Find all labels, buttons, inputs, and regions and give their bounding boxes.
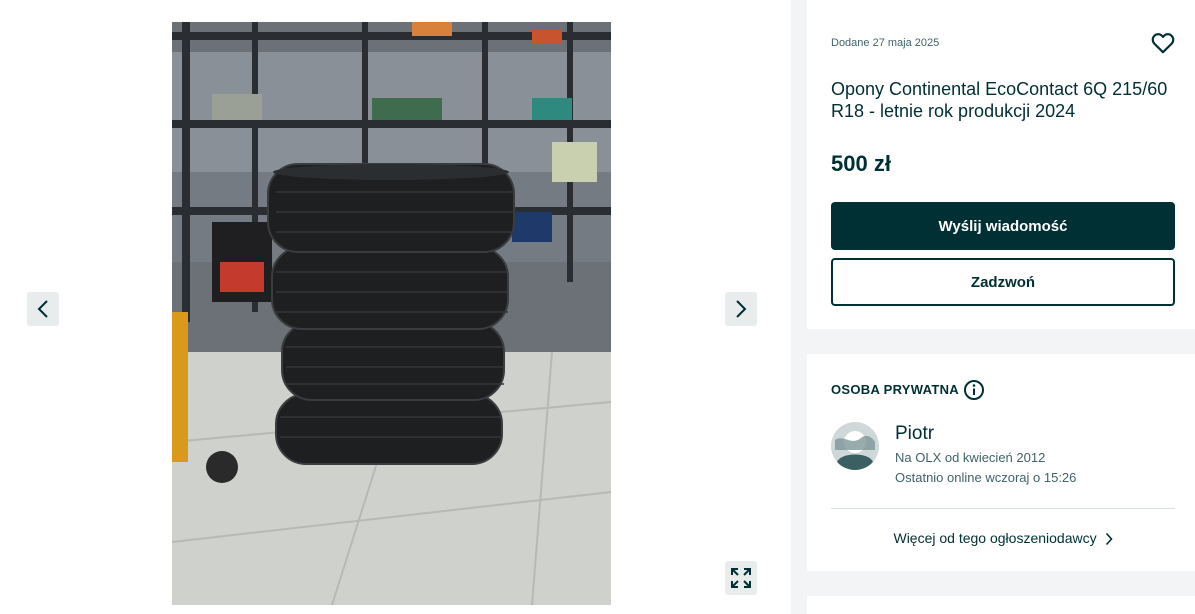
seller-name[interactable]: Piotr xyxy=(895,423,934,445)
favorite-button[interactable] xyxy=(1150,30,1176,56)
send-message-button[interactable]: Wyślij wiadomość xyxy=(831,202,1175,250)
fullscreen-button[interactable] xyxy=(725,561,757,595)
chevron-right-icon xyxy=(736,300,747,318)
offer-photo[interactable] xyxy=(172,22,611,605)
info-button[interactable] xyxy=(963,379,985,401)
expand-icon xyxy=(731,568,751,588)
seller-last-online: Ostatnio online wczoraj o 15:26 xyxy=(895,470,1077,485)
seller-type-label: OSOBA PRYWATNA xyxy=(831,382,959,397)
chevron-right-icon xyxy=(1105,533,1113,546)
divider xyxy=(831,508,1175,509)
seller-card: OSOBA PRYWATNA Piotr Na OLX od kwiecień … xyxy=(807,354,1195,571)
offer-price: 500 zł xyxy=(831,151,891,176)
avatar xyxy=(831,422,879,470)
more-from-seller-link[interactable]: Więcej od tego ogłoszeniodawcy xyxy=(831,530,1175,546)
tires-photo xyxy=(172,22,611,605)
call-button[interactable]: Zadzwoń xyxy=(831,258,1175,306)
next-image-button[interactable] xyxy=(725,292,757,326)
more-from-seller-label: Więcej od tego ogłoszeniodawcy xyxy=(893,530,1097,546)
avatar-icon xyxy=(831,422,879,470)
heart-icon xyxy=(1151,33,1175,54)
seller-member-since: Na OLX od kwiecień 2012 xyxy=(895,450,1046,465)
added-date: Dodane 27 maja 2025 xyxy=(831,37,940,49)
previous-image-button[interactable] xyxy=(27,292,59,326)
chevron-left-icon xyxy=(37,300,48,318)
offer-title: Opony Continental EcoContact 6Q 215/60 R… xyxy=(831,79,1168,121)
offer-card: Dodane 27 maja 2025 Opony Continental Ec… xyxy=(807,0,1195,329)
next-card xyxy=(807,596,1195,614)
image-gallery xyxy=(0,0,791,614)
info-icon xyxy=(964,380,984,400)
